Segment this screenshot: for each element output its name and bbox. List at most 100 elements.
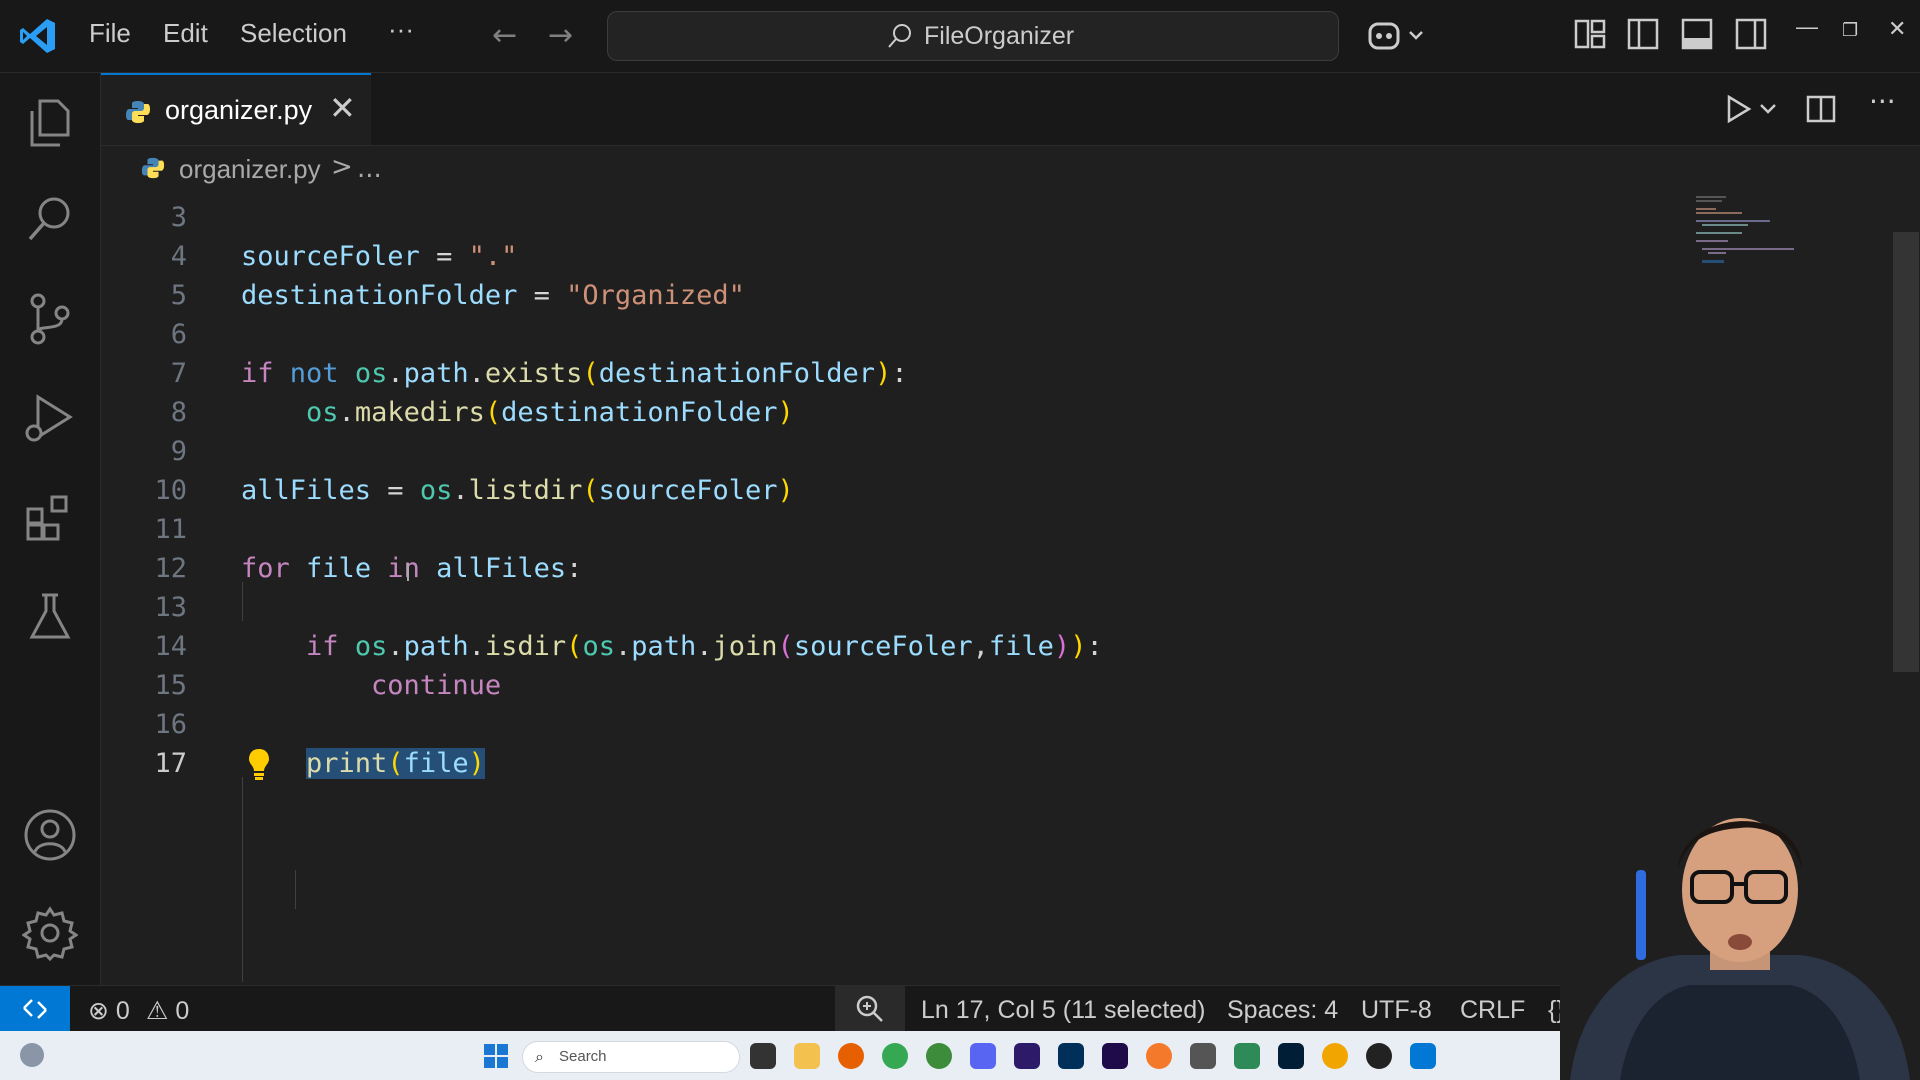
code-token: sourceFoler xyxy=(598,475,778,506)
chrome-icon[interactable] xyxy=(882,1043,908,1069)
code-line[interactable]: 15 continue xyxy=(101,666,1661,705)
lock-app-icon[interactable] xyxy=(1234,1043,1260,1069)
errors-indicator[interactable]: ⊗ 0 xyxy=(88,996,130,1026)
line-number: 13 xyxy=(154,592,187,623)
menu-more[interactable]: ··· xyxy=(388,14,414,45)
blender-icon[interactable] xyxy=(1146,1043,1172,1069)
search-icon xyxy=(888,24,911,48)
menu-file[interactable]: File xyxy=(89,18,131,49)
vertical-scrollbar[interactable] xyxy=(1893,232,1919,672)
extensions-icon[interactable] xyxy=(22,491,78,547)
widgets-icon[interactable] xyxy=(20,1043,44,1067)
toggle-primary-sidebar-icon[interactable] xyxy=(1627,16,1659,52)
code-token: . xyxy=(696,631,713,662)
settings-gear-icon[interactable] xyxy=(22,905,78,961)
testing-icon[interactable] xyxy=(22,589,78,645)
toggle-panel-icon[interactable] xyxy=(1681,16,1713,52)
tab-organizer-py[interactable]: organizer.py ✕ xyxy=(101,73,371,145)
search-icon: ⌕ xyxy=(535,1047,544,1066)
code-line[interactable]: 4 sourceFoler = "." xyxy=(101,237,1661,276)
run-and-debug-icon[interactable] xyxy=(22,391,78,447)
code-line[interactable]: 6 xyxy=(101,315,1661,354)
back-arrow-icon[interactable]: ← xyxy=(492,18,517,53)
more-actions-icon[interactable]: ··· xyxy=(1869,85,1896,118)
copilot-icon[interactable] xyxy=(1366,16,1426,56)
source-control-icon[interactable] xyxy=(22,291,78,347)
code-token: destinationFolder xyxy=(241,280,518,311)
cursor-position[interactable]: Ln 17, Col 5 (11 selected) xyxy=(921,996,1205,1025)
code-token: listdir xyxy=(468,475,583,506)
taskbar-search[interactable]: ⌕ Search xyxy=(522,1041,740,1073)
code-token: destinationFolder xyxy=(501,397,778,428)
code-line[interactable]: 8 os.makedirs(destinationFolder) xyxy=(101,393,1661,432)
code-text: continue xyxy=(241,666,501,705)
python-file-icon xyxy=(141,157,165,179)
code-line[interactable]: 13 xyxy=(101,588,1661,627)
menu-selection[interactable]: Selection xyxy=(240,18,347,49)
forward-arrow-icon[interactable]: → xyxy=(548,18,573,53)
file-explorer-icon[interactable] xyxy=(794,1043,820,1069)
code-token: ) xyxy=(875,358,892,389)
audition-icon[interactable] xyxy=(1058,1043,1084,1069)
code-line[interactable]: 5 destinationFolder = "Organized" xyxy=(101,276,1661,315)
code-line[interactable]: 12 for file in allFiles: xyxy=(101,549,1661,588)
close-tab-icon[interactable]: ✕ xyxy=(329,89,356,127)
app-icon[interactable] xyxy=(1322,1043,1348,1069)
taskbar-search-label: Search xyxy=(559,1048,607,1065)
premiere-icon[interactable] xyxy=(1014,1043,1040,1069)
code-line[interactable]: 14 if os.path.isdir(os.path.join(sourceF… xyxy=(101,627,1661,666)
media-encoder-icon[interactable] xyxy=(1102,1043,1128,1069)
lightbulb-icon[interactable] xyxy=(247,747,271,781)
line-number: 8 xyxy=(170,397,187,428)
code-token: os xyxy=(354,631,388,662)
code-token: allFiles xyxy=(241,475,372,506)
webcam-presenter xyxy=(1560,818,1920,1080)
minimize-icon[interactable]: — xyxy=(1796,14,1818,40)
obs-icon[interactable] xyxy=(1366,1043,1392,1069)
command-center-search[interactable]: FileOrganizer xyxy=(607,11,1339,61)
toggle-secondary-sidebar-icon[interactable] xyxy=(1735,16,1767,52)
explorer-icon[interactable] xyxy=(22,95,78,151)
task-view-icon[interactable] xyxy=(750,1043,776,1069)
line-number: 9 xyxy=(170,436,187,467)
encoding[interactable]: UTF-8 xyxy=(1361,996,1432,1025)
code-line[interactable]: 7 if not os.path.exists(destinationFolder… xyxy=(101,354,1661,393)
run-python-file-icon[interactable] xyxy=(1723,93,1783,125)
warning-icon: ⚠ xyxy=(146,997,169,1025)
discord-icon[interactable] xyxy=(970,1043,996,1069)
split-editor-icon[interactable] xyxy=(1805,93,1837,125)
vscode-taskbar-icon[interactable] xyxy=(1410,1043,1436,1069)
minimap[interactable] xyxy=(1696,192,1816,272)
code-token: ) xyxy=(468,748,485,779)
code-line[interactable]: 3 xyxy=(101,198,1661,237)
breadcrumb-symbols[interactable]: ... xyxy=(357,154,382,184)
code-text: allFiles = os.listdir(sourceFoler) xyxy=(241,471,794,510)
code-token: ( xyxy=(566,631,583,662)
zoom-button[interactable] xyxy=(835,986,905,1032)
breadcrumb-file[interactable]: organizer.py xyxy=(179,154,321,185)
indentation[interactable]: Spaces: 4 xyxy=(1227,996,1338,1025)
accounts-icon[interactable] xyxy=(22,807,78,863)
search-icon[interactable] xyxy=(22,191,78,247)
close-window-icon[interactable]: ✕ xyxy=(1888,16,1906,42)
end-of-line[interactable]: CRLF xyxy=(1460,996,1525,1025)
code-token: file xyxy=(988,631,1054,662)
firefox-icon[interactable] xyxy=(838,1043,864,1069)
windows-start-icon[interactable] xyxy=(483,1043,509,1069)
restore-icon[interactable]: ❐ xyxy=(1842,20,1858,41)
menu-edit[interactable]: Edit xyxy=(163,18,208,49)
code-line[interactable]: 9 xyxy=(101,432,1661,471)
code-text: destinationFolder = "Organized" xyxy=(241,276,745,315)
customize-layout-icon[interactable] xyxy=(1574,16,1606,52)
app-icon[interactable] xyxy=(926,1043,952,1069)
code-line[interactable]: 11 xyxy=(101,510,1661,549)
remote-indicator[interactable] xyxy=(0,986,70,1032)
warnings-indicator[interactable]: ⚠ 0 xyxy=(146,996,189,1026)
code-line[interactable]: 17 print(file) xyxy=(101,744,1661,783)
code-line[interactable]: 16 xyxy=(101,705,1661,744)
clapper-icon[interactable] xyxy=(1190,1043,1216,1069)
code-line[interactable]: 10 allFiles = os.listdir(sourceFoler) xyxy=(101,471,1661,510)
photoshop-icon[interactable] xyxy=(1278,1043,1304,1069)
code-text: print(file) xyxy=(241,744,485,783)
